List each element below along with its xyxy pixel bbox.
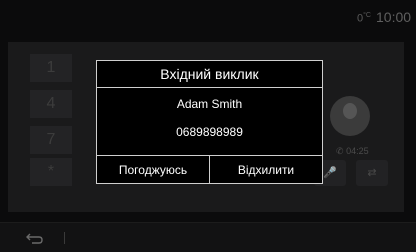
decline-button[interactable]: Відхилити: [209, 156, 322, 184]
accept-button[interactable]: Погоджуюсь: [97, 156, 209, 184]
call-timer: ✆ 04:25: [336, 146, 369, 156]
caller-name: Adam Smith: [176, 97, 243, 111]
contact-avatar: [330, 96, 370, 136]
bottom-bar: [0, 222, 416, 252]
microphone-icon: 🎤: [323, 167, 337, 179]
keypad-key-7[interactable]: 7: [30, 126, 72, 154]
incoming-call-dialog: Вхідний виклик Adam Smith 0689898989 Пог…: [96, 60, 323, 184]
divider: [64, 232, 65, 244]
dialog-title: Вхідний виклик: [97, 61, 322, 88]
keypad-key-star[interactable]: *: [30, 158, 72, 186]
clock: 10:00: [376, 9, 412, 25]
keypad-key-4[interactable]: 4: [30, 90, 72, 118]
status-bar: 0°C 10:00: [0, 0, 416, 34]
transfer-icon: ⇄: [367, 167, 377, 179]
keypad-key-1[interactable]: 1: [30, 54, 72, 82]
caller-number: 0689898989: [176, 125, 243, 139]
phone-screen: 0°C 10:00 1 4 7 * ✆ 04:25 🎤 ⇄ Вхідний ви…: [0, 0, 416, 252]
temperature: 0°C: [357, 12, 371, 25]
phone-icon: ✆: [336, 146, 344, 156]
back-icon[interactable]: [26, 231, 44, 245]
dialog-actions: Погоджуюсь Відхилити: [97, 155, 322, 184]
transfer-button[interactable]: ⇄: [356, 160, 388, 186]
